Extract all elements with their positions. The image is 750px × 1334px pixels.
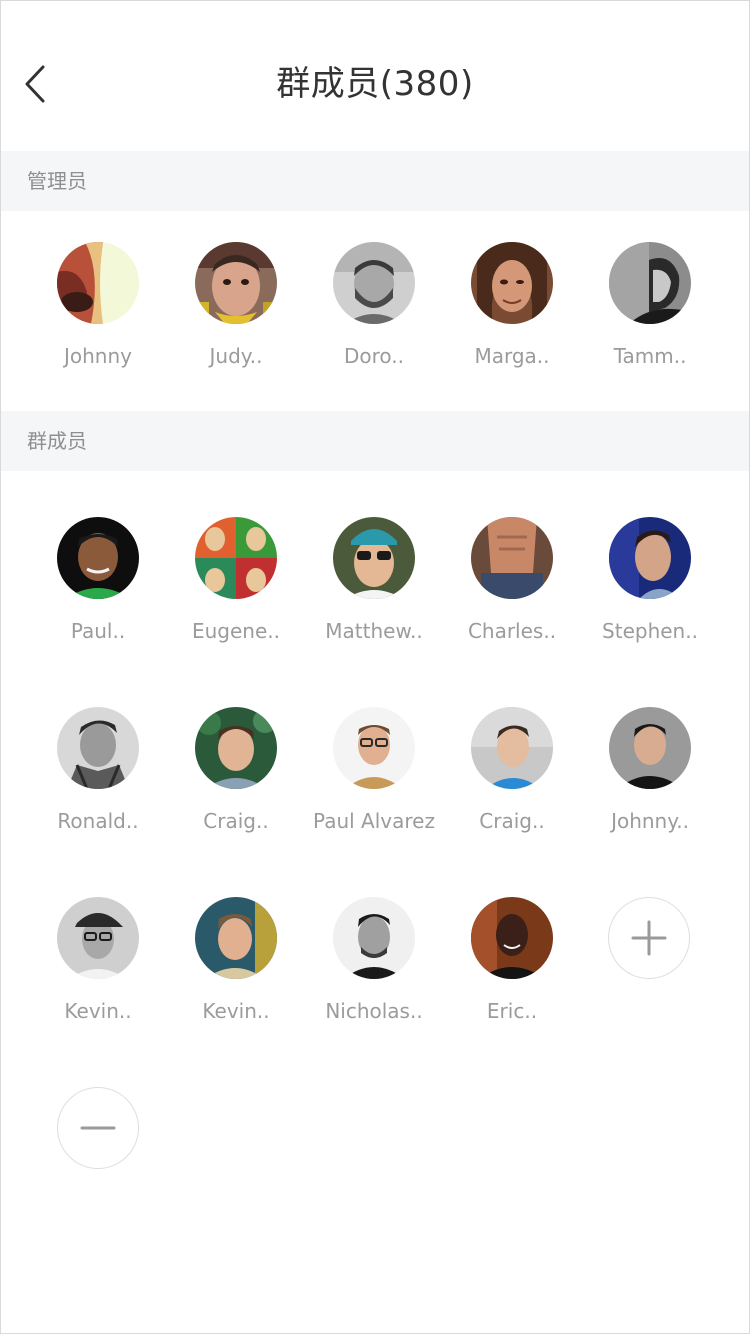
avatar	[333, 897, 415, 979]
avatar	[471, 242, 553, 324]
avatar	[195, 707, 277, 789]
avatar	[333, 517, 415, 599]
avatar	[57, 897, 139, 979]
member-name: Tamm..	[613, 344, 687, 368]
members-section-header: 群成员	[1, 411, 749, 471]
member-name: Doro..	[343, 344, 405, 368]
add-member-button[interactable]	[608, 897, 690, 979]
member-name: Stephen..	[602, 619, 698, 643]
member-name: Matthew..	[325, 619, 423, 643]
avatar	[471, 517, 553, 599]
member-name: Kevin..	[64, 999, 132, 1023]
avatar	[195, 517, 277, 599]
page-title: 群成员(380)	[276, 64, 474, 104]
member-name: Marga..	[474, 344, 550, 368]
avatar	[57, 242, 139, 324]
nav-header: 群成员(380)	[1, 39, 749, 129]
member-name: Eric..	[486, 999, 538, 1023]
member-name: Charles..	[467, 619, 557, 643]
member-name: Nicholas..	[325, 999, 423, 1023]
plus-icon	[631, 920, 667, 956]
member-name: Paul..	[70, 619, 126, 643]
avatar	[195, 242, 277, 324]
member-name: Judy..	[209, 344, 263, 368]
avatar	[333, 707, 415, 789]
member-name: Craig..	[479, 809, 545, 833]
member-name: Johnny..	[611, 809, 689, 833]
avatar	[609, 707, 691, 789]
avatar	[471, 707, 553, 789]
back-button[interactable]	[15, 61, 59, 107]
admin-section-header: 管理员	[1, 151, 749, 211]
chevron-left-icon	[25, 65, 45, 103]
member-name: Kevin..	[202, 999, 270, 1023]
avatar	[57, 707, 139, 789]
member-name: Craig..	[203, 809, 269, 833]
avatar	[471, 897, 553, 979]
admin-section-label: 管理员	[27, 169, 87, 193]
remove-member-button[interactable]	[57, 1087, 139, 1169]
member-name: Paul Alvarez	[313, 809, 435, 833]
avatar	[609, 242, 691, 324]
app-screen: 群成员(380) 管理员 Johnny Judy.. Doro.. Marga.…	[0, 0, 750, 1334]
minus-icon	[80, 1126, 116, 1130]
members-section-label: 群成员	[27, 429, 87, 453]
avatar	[333, 242, 415, 324]
member-name: Johnny	[64, 344, 132, 368]
member-name: Ronald..	[57, 809, 139, 833]
avatar	[195, 897, 277, 979]
member-name: Eugene..	[191, 619, 280, 643]
avatar	[57, 517, 139, 599]
avatar	[609, 517, 691, 599]
